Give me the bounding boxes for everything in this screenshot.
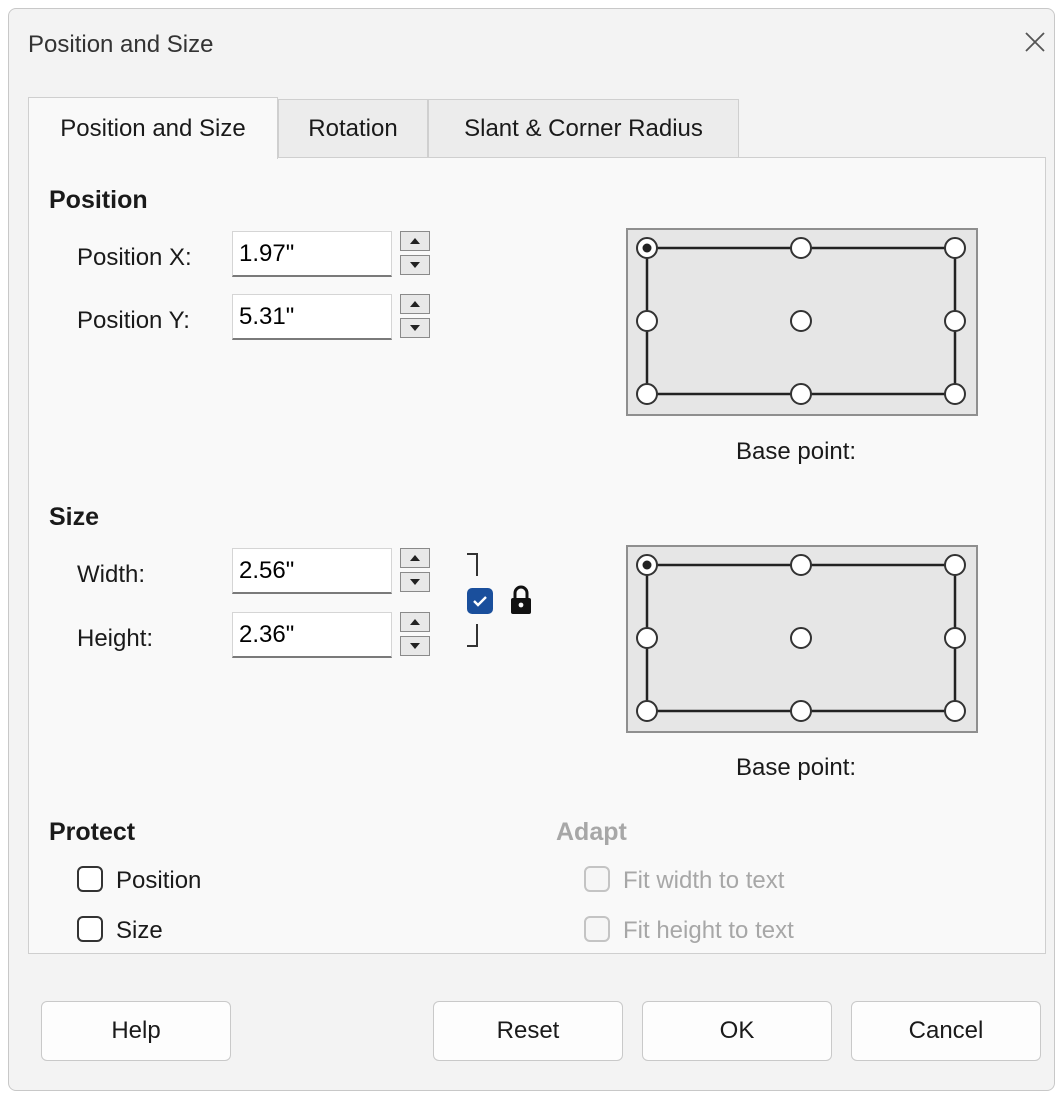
down-arrow-icon [410, 643, 420, 649]
position-base-point-selector [626, 228, 978, 416]
base-point-middle-right[interactable] [944, 627, 966, 649]
fit-width-label: Fit width to text [623, 867, 785, 894]
position-x-decrement-button[interactable] [400, 255, 430, 275]
selected-base-point-dot [642, 560, 652, 570]
base-point-middle-left[interactable] [636, 627, 658, 649]
position-x-increment-button[interactable] [400, 231, 430, 251]
base-point-bottom-right[interactable] [944, 383, 966, 405]
down-arrow-icon [410, 579, 420, 585]
tab-rotation[interactable]: Rotation [278, 99, 428, 157]
base-point-center[interactable] [790, 627, 812, 649]
ok-button[interactable]: OK [642, 1001, 832, 1061]
up-arrow-icon [410, 619, 420, 625]
up-arrow-icon [410, 555, 420, 561]
base-point-top-center[interactable] [790, 237, 812, 259]
keep-ratio-checkbox[interactable] [467, 588, 493, 614]
position-heading: Position [49, 186, 148, 214]
protect-size-label: Size [116, 917, 163, 944]
base-point-bottom-center[interactable] [790, 383, 812, 405]
height-label: Height: [77, 625, 154, 652]
down-arrow-icon [410, 262, 420, 268]
position-y-field[interactable] [232, 294, 392, 340]
fit-height-checkbox[interactable] [584, 916, 610, 942]
protect-heading: Protect [49, 818, 136, 846]
reset-button[interactable]: Reset [433, 1001, 623, 1061]
position-y-increment-button[interactable] [400, 294, 430, 314]
position-base-point-label: Base point: [736, 438, 857, 465]
checkmark-icon [473, 596, 487, 607]
adapt-heading: Adapt [556, 818, 627, 846]
position-y-decrement-button[interactable] [400, 318, 430, 338]
position-and-size-dialog: Position and Size Position and Size Rota… [8, 8, 1055, 1091]
selected-base-point-dot [642, 243, 652, 253]
size-heading: Size [49, 503, 100, 531]
height-field[interactable] [232, 612, 392, 658]
base-point-top-center[interactable] [790, 554, 812, 576]
close-icon[interactable] [1023, 30, 1047, 54]
protect-position-label: Position [116, 867, 202, 894]
fit-width-checkbox[interactable] [584, 866, 610, 892]
height-decrement-button[interactable] [400, 636, 430, 656]
cancel-button[interactable]: Cancel [851, 1001, 1041, 1061]
width-increment-button[interactable] [400, 548, 430, 568]
size-base-point-label: Base point: [736, 754, 857, 781]
title-bar: Position and Size [9, 9, 1054, 79]
base-point-bottom-left[interactable] [636, 700, 658, 722]
fit-height-label: Fit height to text [623, 917, 794, 944]
protect-size-checkbox[interactable] [77, 916, 103, 942]
base-point-bottom-right[interactable] [944, 700, 966, 722]
height-spinner [400, 612, 432, 658]
size-base-point-selector [626, 545, 978, 733]
help-button[interactable]: Help [41, 1001, 231, 1061]
position-y-label: Position Y: [77, 307, 190, 334]
dialog-title: Position and Size [28, 31, 214, 58]
tab-position-and-size[interactable]: Position and Size [28, 97, 278, 159]
base-point-top-right[interactable] [944, 554, 966, 576]
width-decrement-button[interactable] [400, 572, 430, 592]
up-arrow-icon [410, 238, 420, 244]
position-y-spinner [400, 294, 432, 340]
width-label: Width: [77, 561, 146, 588]
position-x-field[interactable] [232, 231, 392, 277]
down-arrow-icon [410, 325, 420, 331]
height-increment-button[interactable] [400, 612, 430, 632]
lock-icon [511, 585, 531, 614]
up-arrow-icon [410, 301, 420, 307]
position-x-spinner [400, 231, 432, 277]
tab-panel: Position Position X: Position Y: [28, 157, 1046, 954]
base-point-top-right[interactable] [944, 237, 966, 259]
base-point-bottom-left[interactable] [636, 383, 658, 405]
protect-position-checkbox[interactable] [77, 866, 103, 892]
width-field[interactable] [232, 548, 392, 594]
width-spinner [400, 548, 432, 594]
position-x-label: Position X: [77, 244, 192, 271]
base-point-middle-right[interactable] [944, 310, 966, 332]
tab-slant-corner-radius[interactable]: Slant & Corner Radius [428, 99, 739, 157]
base-point-bottom-center[interactable] [790, 700, 812, 722]
base-point-middle-left[interactable] [636, 310, 658, 332]
base-point-center[interactable] [790, 310, 812, 332]
